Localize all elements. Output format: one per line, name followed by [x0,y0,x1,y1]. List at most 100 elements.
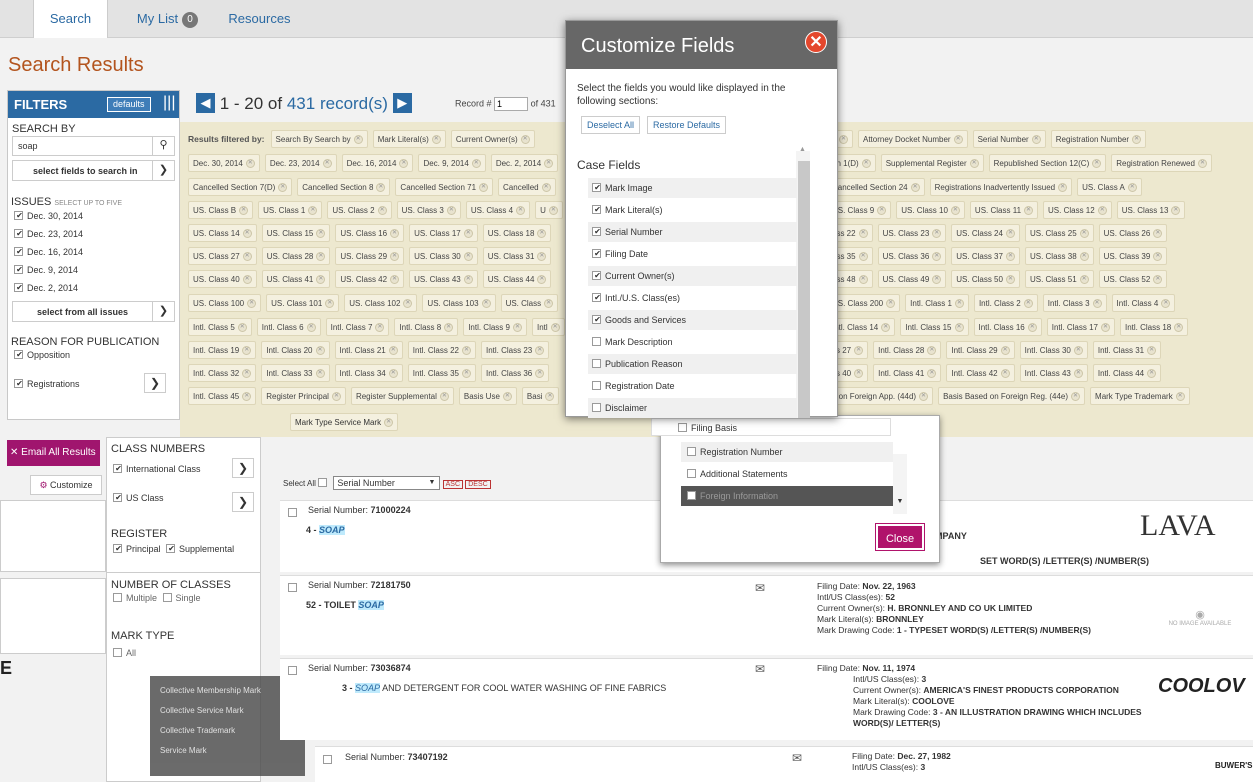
mark-type-option[interactable]: Collective Trademark [160,726,235,735]
remove-chip-icon[interactable]: ✕ [512,323,522,333]
filter-chip[interactable]: Attorney Docket Number ✕ [858,130,968,148]
chevron-right-icon[interactable]: ❯ [232,492,254,512]
checkbox[interactable] [592,337,601,346]
filter-chip[interactable]: Intl. Class 20 ✕ [261,341,330,359]
checkbox[interactable] [678,423,687,432]
remove-chip-icon[interactable]: ✕ [242,252,252,262]
remove-chip-icon[interactable]: ✕ [237,323,247,333]
remove-chip-icon[interactable]: ✕ [1101,323,1110,333]
remove-chip-icon[interactable]: ✕ [331,392,341,402]
chevron-right-icon[interactable]: ❯ [232,458,254,478]
filter-chip[interactable]: Cancelled Section 71 ✕ [395,178,494,196]
filter-chip[interactable]: US. Class 29 ✕ [335,247,405,265]
filter-chip[interactable]: US. Class 42 ✕ [335,270,405,288]
filter-chip[interactable]: Intl. Class 33 ✕ [261,364,330,382]
mark-type-option[interactable]: Collective Membership Mark [160,686,261,695]
remove-chip-icon[interactable]: ✕ [932,229,942,239]
filter-chip[interactable]: Mark Literal(s) ✕ [372,130,446,148]
filter-chip[interactable]: US. Class 37 ✕ [951,247,1020,265]
select-all-issues-row[interactable]: select from all issues ❯ [12,301,175,322]
number-options[interactable]: Multiple Single [113,593,201,603]
issue-option[interactable]: Dec. 23, 2014 [14,229,83,239]
remove-chip-icon[interactable]: ✕ [861,159,871,169]
filter-chip[interactable]: US. Class 25 ✕ [1024,224,1094,242]
prev-page-button[interactable]: ◀ [196,93,215,113]
remove-chip-icon[interactable]: ✕ [1132,135,1142,145]
checkbox[interactable] [14,379,24,388]
remove-chip-icon[interactable]: ✕ [1147,346,1157,356]
remove-chip-icon[interactable]: ✕ [306,323,316,333]
remove-chip-icon[interactable]: ✕ [858,275,868,285]
filter-chip[interactable]: Intl ✕ [531,318,565,336]
remove-chip-icon[interactable]: ✕ [1171,206,1181,216]
field-option[interactable]: Mark Literal(s) [588,200,797,220]
filter-chip[interactable]: US. Class 36 ✕ [877,247,947,265]
filter-chip[interactable]: US. Class 49 ✕ [877,270,947,288]
filter-chip[interactable]: Intl. Class 2 ✕ [973,294,1038,312]
tab-search[interactable]: Search [33,0,108,38]
remove-chip-icon[interactable]: ✕ [910,183,920,193]
checkbox[interactable] [592,293,602,302]
remove-chip-icon[interactable]: ✕ [462,369,471,379]
remove-chip-icon[interactable]: ✕ [969,159,979,169]
filter-chip[interactable]: Dec. 30, 2014 ✕ [188,154,260,172]
filter-chip[interactable]: US. Class 26 ✕ [1098,224,1168,242]
remove-chip-icon[interactable]: ✕ [242,229,252,239]
filter-chip[interactable]: US. Class 24 ✕ [951,224,1020,242]
filter-chip[interactable]: Dec. 16, 2014 ✕ [341,154,414,172]
remove-chip-icon[interactable]: ✕ [932,275,942,285]
checkbox[interactable] [592,403,601,412]
checkbox[interactable] [592,381,601,390]
filter-chip[interactable]: US. Class 27 ✕ [188,247,257,265]
dialog-scroll-thumb[interactable] [798,161,810,418]
filter-chip[interactable]: Intl. Class 7 ✕ [325,318,390,336]
filter-chip[interactable]: Mark Type Trademark ✕ [1090,387,1190,405]
filter-chip[interactable]: US. Class 101 ✕ [266,294,340,312]
remove-chip-icon[interactable]: ✕ [390,252,400,262]
filter-chip[interactable]: US. Class 40 ✕ [188,270,257,288]
next-page-button[interactable]: ▶ [392,93,412,113]
filter-chip[interactable]: Intl. Class 34 ✕ [334,364,403,382]
remove-chip-icon[interactable]: ✕ [247,299,257,309]
filter-chip[interactable]: US. Class 43 ✕ [409,270,478,288]
remove-chip-icon[interactable]: ✕ [858,252,868,262]
filter-chip[interactable]: US. Class 52 ✕ [1098,270,1168,288]
checkbox[interactable] [14,247,24,256]
filter-chip[interactable]: US. Class 31 ✕ [482,247,552,265]
remove-chip-icon[interactable]: ✕ [462,346,471,356]
remove-chip-icon[interactable]: ✕ [535,369,545,379]
checkbox[interactable] [113,493,123,502]
remove-chip-icon[interactable]: ✕ [1027,323,1037,333]
remove-chip-icon[interactable]: ✕ [927,346,937,356]
remove-chip-icon[interactable]: ✕ [1174,323,1184,333]
filter-chip[interactable]: Intl. Class 9 ✕ [463,318,527,336]
filter-chip[interactable]: US. Class 103 ✕ [422,294,496,312]
remove-chip-icon[interactable]: ✕ [481,299,491,309]
checkbox[interactable] [592,227,602,236]
checkbox[interactable] [687,469,696,478]
filter-chip[interactable]: US. Class 13 ✕ [1116,201,1186,219]
remove-chip-icon[interactable]: ✕ [854,369,864,379]
mark-image[interactable]: BUWER'S [1215,761,1252,770]
record-checkbox[interactable] [323,755,332,764]
remove-chip-icon[interactable]: ✕ [315,346,325,356]
defaults-button[interactable]: defaults [107,97,151,112]
remove-chip-icon[interactable]: ✕ [854,346,864,356]
remove-chip-icon[interactable]: ✕ [1097,206,1107,216]
mail-icon[interactable]: ✉ [755,662,765,676]
field-option[interactable]: Goods and Services [588,310,797,330]
remove-chip-icon[interactable]: ✕ [1175,392,1185,402]
remove-chip-icon[interactable]: ✕ [502,392,512,402]
filter-chip[interactable]: Intl. Class 6 ✕ [256,318,321,336]
filter-chip[interactable]: US. Class 51 ✕ [1024,270,1094,288]
chevron-right-icon[interactable]: ❯ [144,373,166,393]
remove-chip-icon[interactable]: ✕ [377,206,387,216]
filter-chip[interactable]: Basis Based on Foreign Reg. (44e) ✕ [938,387,1086,405]
issue-option[interactable]: Dec. 30, 2014 [14,211,83,221]
filter-chip[interactable]: US. Class 23 ✕ [877,224,947,242]
mark-type-option[interactable]: Collective Service Mark [160,706,244,715]
record-checkbox[interactable] [288,583,297,592]
remove-chip-icon[interactable]: ✕ [839,135,848,145]
remove-chip-icon[interactable]: ✕ [1079,275,1089,285]
filter-chip[interactable]: US. Class B ✕ [188,201,254,219]
